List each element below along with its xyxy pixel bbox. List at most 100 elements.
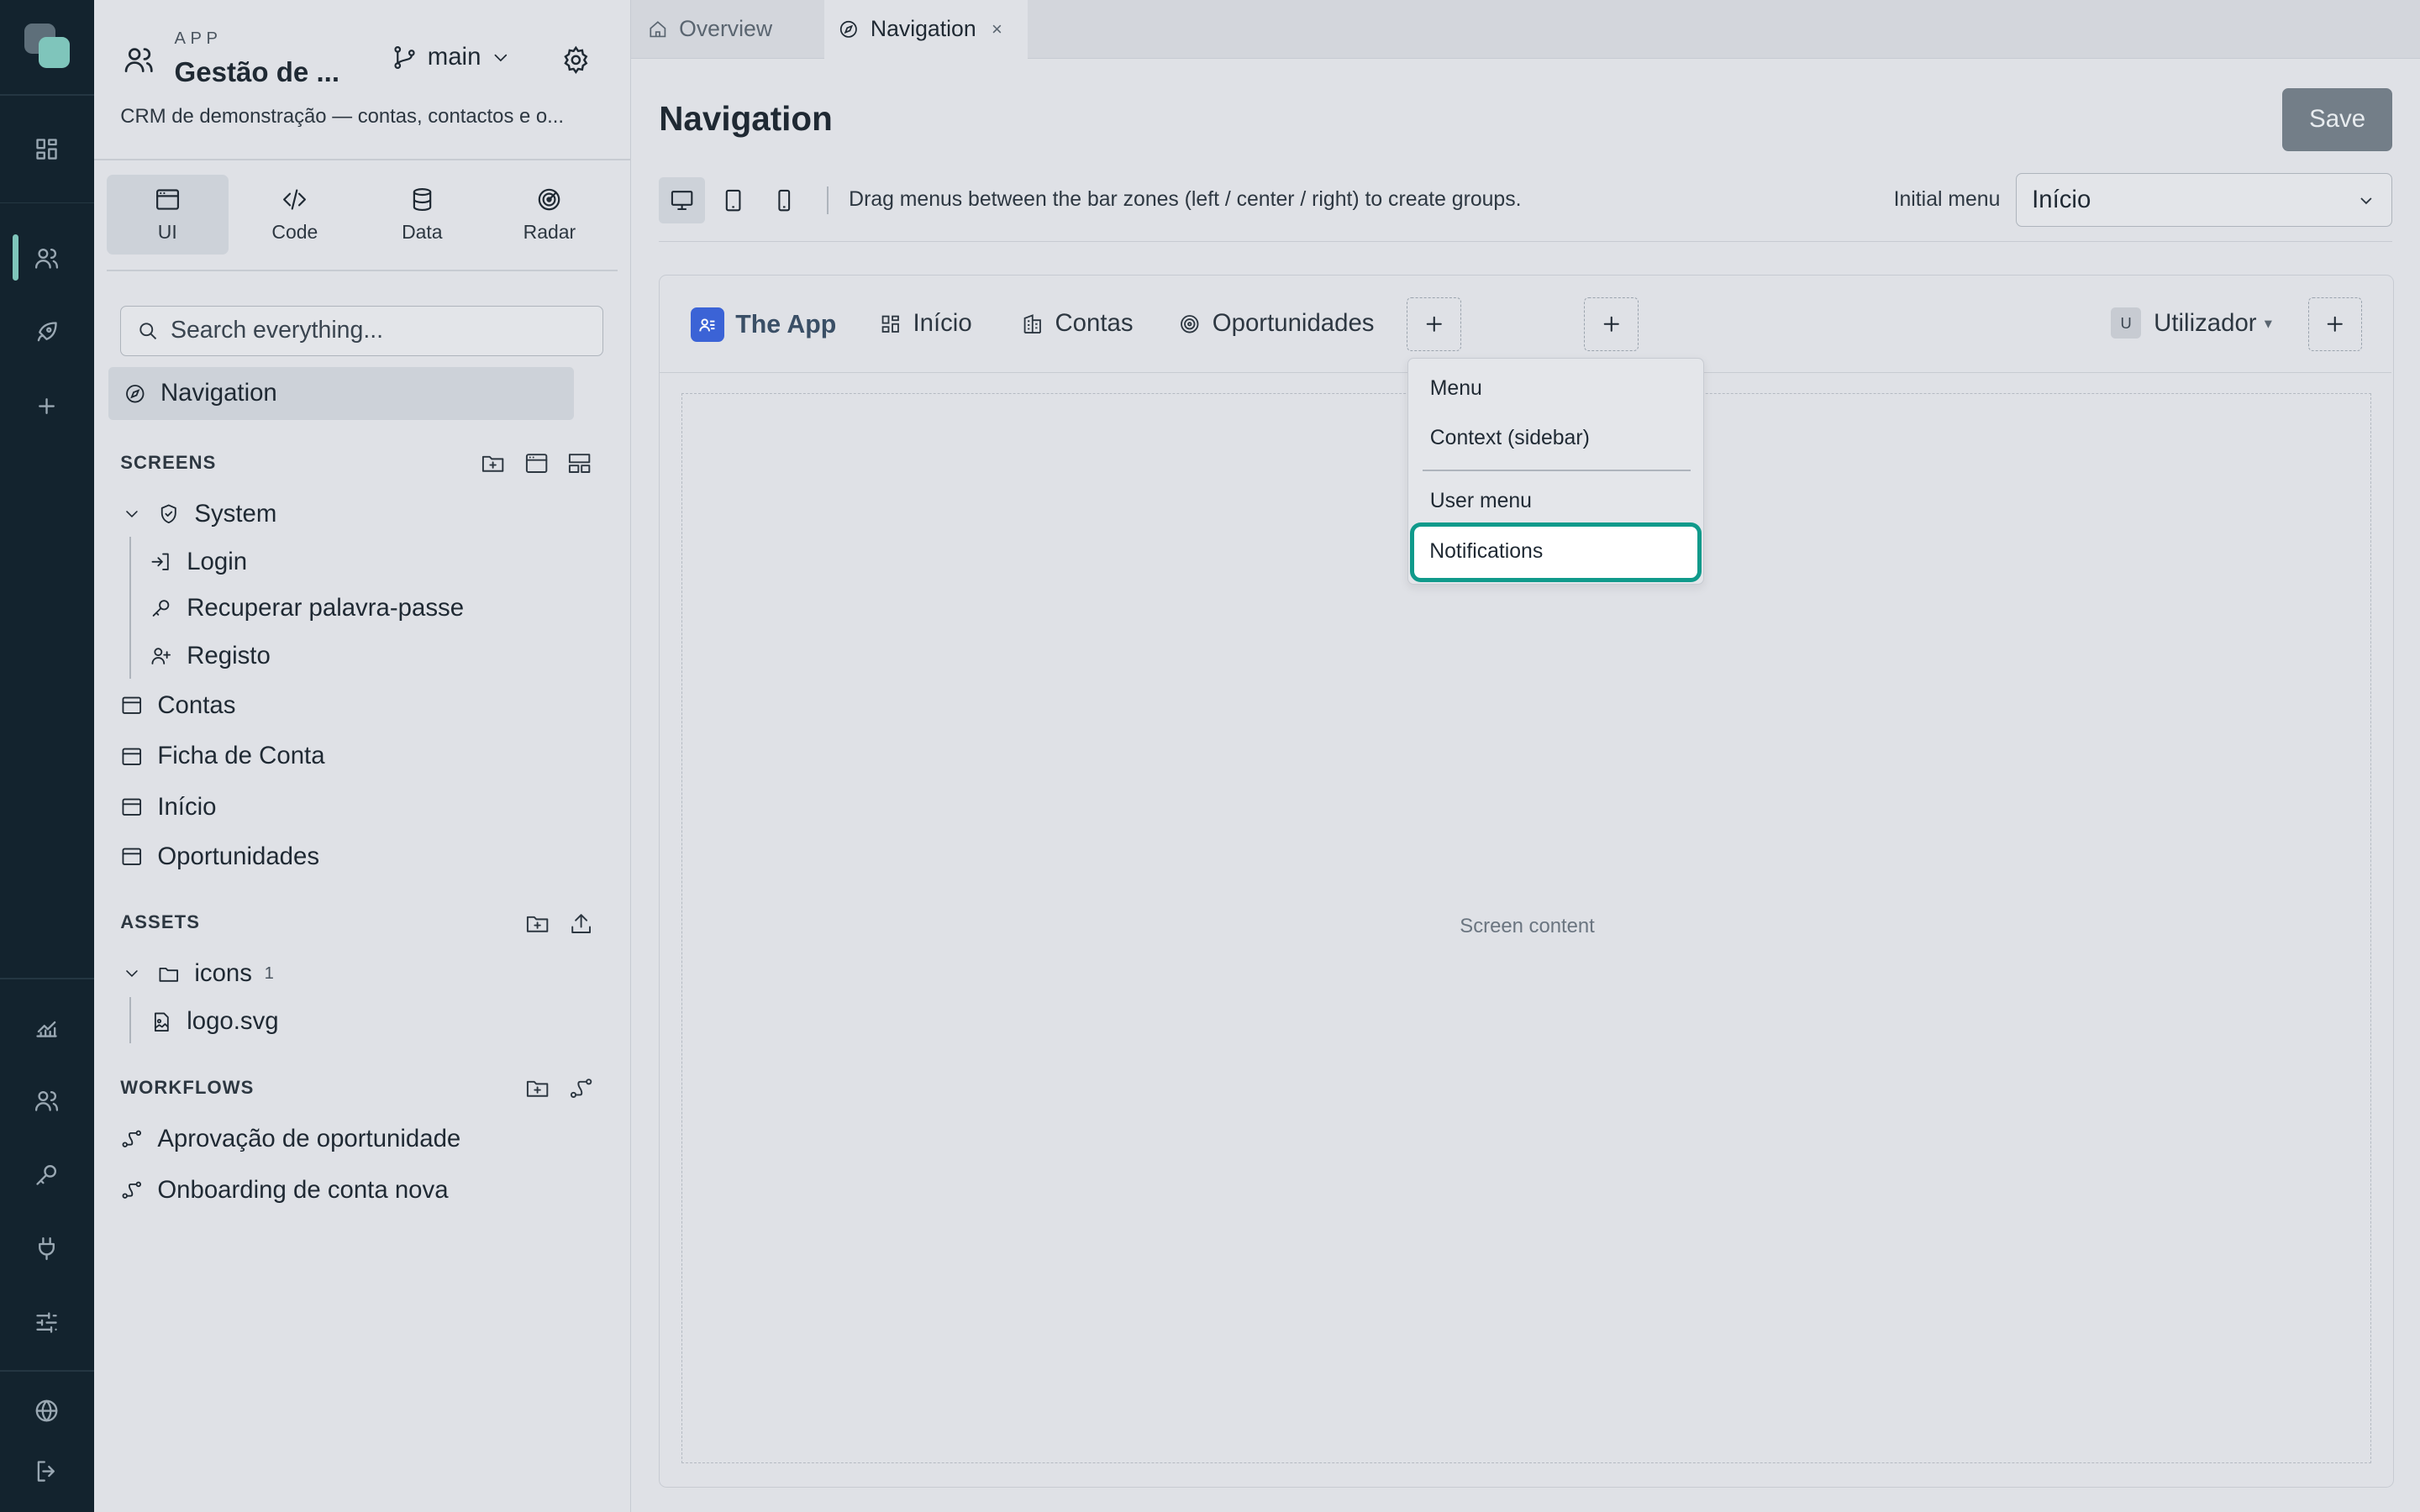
tree-item-register[interactable]: Registo xyxy=(150,642,271,670)
sliders-icon[interactable] xyxy=(31,1307,64,1340)
tree-folder-icons[interactable]: icons 1 xyxy=(122,959,274,988)
mobile-view-icon[interactable] xyxy=(760,177,807,223)
dropdown-item-user-menu[interactable]: User menu xyxy=(1430,490,1532,513)
preview-menu-inicio[interactable]: Início xyxy=(879,309,972,338)
app-kicker: APP xyxy=(174,29,223,48)
branch-name: main xyxy=(427,43,481,71)
globe-icon[interactable] xyxy=(31,1394,64,1427)
new-folder-icon[interactable] xyxy=(480,450,506,476)
new-screen-icon[interactable] xyxy=(523,450,550,476)
mode-ui-label: UI xyxy=(157,220,177,243)
brand-contact-icon xyxy=(690,307,725,342)
git-branch-icon xyxy=(394,45,415,69)
tree-item-workflow-aprovacao[interactable]: Aprovação de oportunidade xyxy=(120,1125,460,1153)
close-tab-icon[interactable]: × xyxy=(992,18,1002,40)
plug-icon[interactable] xyxy=(31,1233,64,1266)
branch-selector[interactable]: main xyxy=(391,43,512,71)
chevron-down-icon xyxy=(126,970,138,978)
tree-label: logo.svg xyxy=(187,1007,279,1036)
tablet-view-icon[interactable] xyxy=(710,177,756,223)
tree-label: Login xyxy=(187,548,248,576)
tree-label: Aprovação de oportunidade xyxy=(157,1124,461,1152)
search-input[interactable] xyxy=(171,317,572,345)
window-icon xyxy=(122,798,142,816)
tab-overview[interactable]: Overview xyxy=(647,0,820,59)
tree-item-ficha-de-conta[interactable]: Ficha de Conta xyxy=(120,742,325,770)
new-folder-icon[interactable] xyxy=(524,911,550,937)
team-icon[interactable] xyxy=(31,1084,64,1117)
app-name[interactable]: Gestão de ... xyxy=(175,57,340,89)
app-logo[interactable] xyxy=(24,23,71,70)
workflow-icon[interactable] xyxy=(568,1075,594,1101)
dashboard-icon[interactable] xyxy=(31,133,64,165)
mode-data[interactable]: Data xyxy=(361,175,483,255)
preview-user-menu[interactable]: U Utilizador ▾ xyxy=(2110,307,2272,339)
tree-item-oportunidades[interactable]: Oportunidades xyxy=(120,843,319,871)
tree-item-recover-password[interactable]: Recuperar palavra-passe xyxy=(150,594,464,622)
tree-item-login[interactable]: Login xyxy=(150,548,247,576)
dropdown-item-context-sidebar[interactable]: Context (sidebar) xyxy=(1430,427,1590,450)
initial-menu-value: Início xyxy=(2032,185,2091,213)
dropdown-item-notifications[interactable]: Notifications xyxy=(1409,522,1702,583)
save-button[interactable]: Save xyxy=(2282,87,2392,151)
grid-icon xyxy=(881,315,899,333)
logout-icon[interactable] xyxy=(31,1455,64,1488)
tree-label: Oportunidades xyxy=(157,842,320,870)
mode-ui[interactable]: UI xyxy=(106,174,229,255)
sidebar-item-label: Navigation xyxy=(160,379,277,407)
add-left-menu-button[interactable] xyxy=(1407,297,1461,351)
menu-label: Início xyxy=(913,309,972,338)
tree-label: Ficha de Conta xyxy=(157,742,325,770)
chevron-down-icon xyxy=(2360,197,2372,205)
tree-item-contas[interactable]: Contas xyxy=(120,691,235,720)
menu-label: Contas xyxy=(1055,309,1134,338)
mode-radar-label: Radar xyxy=(523,220,576,243)
plus-icon xyxy=(1603,316,1619,332)
chevron-down-icon xyxy=(494,54,508,61)
initial-menu-select[interactable]: Início xyxy=(2015,172,2392,227)
new-folder-icon[interactable] xyxy=(524,1075,550,1101)
dropdown-item-menu[interactable]: Menu xyxy=(1430,377,1482,401)
compass-icon xyxy=(840,20,858,38)
plus-icon[interactable] xyxy=(31,391,64,423)
database-icon xyxy=(413,187,432,211)
tree-item-logo-svg[interactable]: logo.svg xyxy=(150,1007,279,1036)
drag-hint: Drag menus between the bar zones (left /… xyxy=(849,188,1522,212)
analytics-icon[interactable] xyxy=(31,1011,64,1043)
desktop-view-icon[interactable] xyxy=(659,177,706,224)
mode-code[interactable]: Code xyxy=(234,175,355,255)
sidebar-item-navigation[interactable]: Navigation xyxy=(108,367,575,420)
icon-rail xyxy=(0,0,95,1512)
plus-icon xyxy=(2327,316,2344,332)
mode-radar[interactable]: Radar xyxy=(488,175,610,255)
folder-count-badge: 1 xyxy=(264,963,274,983)
tree-folder-system[interactable]: System xyxy=(122,500,276,528)
window-icon xyxy=(155,189,179,210)
tab-navigation[interactable]: Navigation × xyxy=(823,0,1028,59)
screen-content-label: Screen content xyxy=(1460,915,1595,938)
tree-item-workflow-onboarding[interactable]: Onboarding de conta nova xyxy=(120,1176,449,1205)
user-menu-label: Utilizador xyxy=(2154,308,2257,337)
users-icon[interactable] xyxy=(31,242,64,275)
key-icon[interactable] xyxy=(31,1158,64,1191)
upload-icon[interactable] xyxy=(568,911,594,937)
tree-label: Recuperar palavra-passe xyxy=(187,594,465,622)
layout-template-icon[interactable] xyxy=(566,450,592,476)
preview-brand[interactable]: The App xyxy=(690,307,836,342)
tree-label: Registo xyxy=(187,642,271,670)
rocket-icon[interactable] xyxy=(31,317,64,349)
add-center-menu-button[interactable] xyxy=(1584,297,1639,351)
tree-item-inicio[interactable]: Início xyxy=(120,793,217,822)
mode-switcher: UI Code Data Radar xyxy=(106,174,616,255)
add-right-menu-button[interactable] xyxy=(2307,297,2363,351)
caret-down-icon: ▾ xyxy=(2264,313,2272,332)
assets-section-title: ASSETS xyxy=(120,911,201,933)
menu-label: Oportunidades xyxy=(1212,309,1375,338)
gear-icon[interactable] xyxy=(560,45,592,82)
preview-menu-oportunidades[interactable]: Oportunidades xyxy=(1178,309,1374,338)
target-icon xyxy=(1181,314,1199,333)
workflows-section-title: WORKFLOWS xyxy=(120,1077,255,1099)
avatar: U xyxy=(2110,307,2142,339)
app-description: CRM de demonstração — contas, contactos … xyxy=(120,104,565,128)
preview-menu-contas[interactable]: Contas xyxy=(1021,309,1134,338)
